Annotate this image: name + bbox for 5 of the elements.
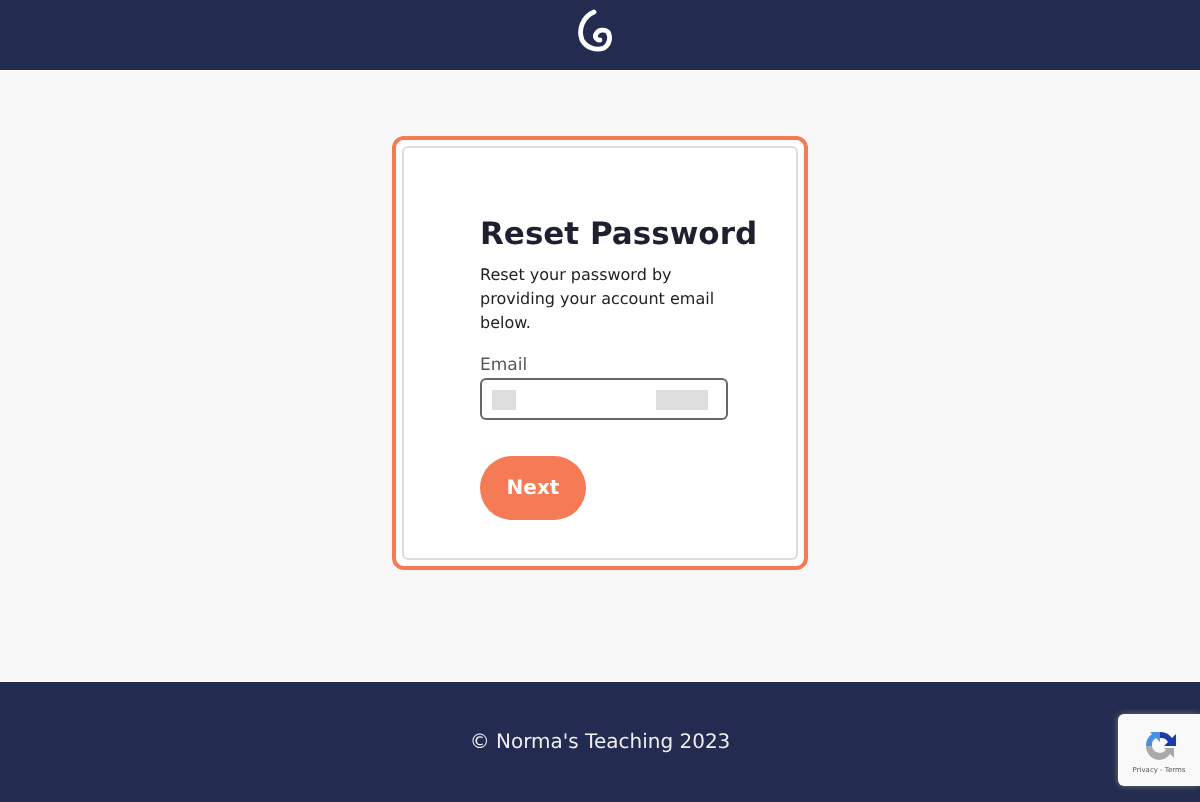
email-label: Email (480, 356, 530, 376)
copyright-text: © Norma's Teaching 2023 (469, 731, 731, 753)
email-field[interactable] (480, 378, 728, 420)
form-title: Reset Password (480, 216, 760, 252)
form-description: Reset your password by providing your account email below. (480, 264, 717, 336)
